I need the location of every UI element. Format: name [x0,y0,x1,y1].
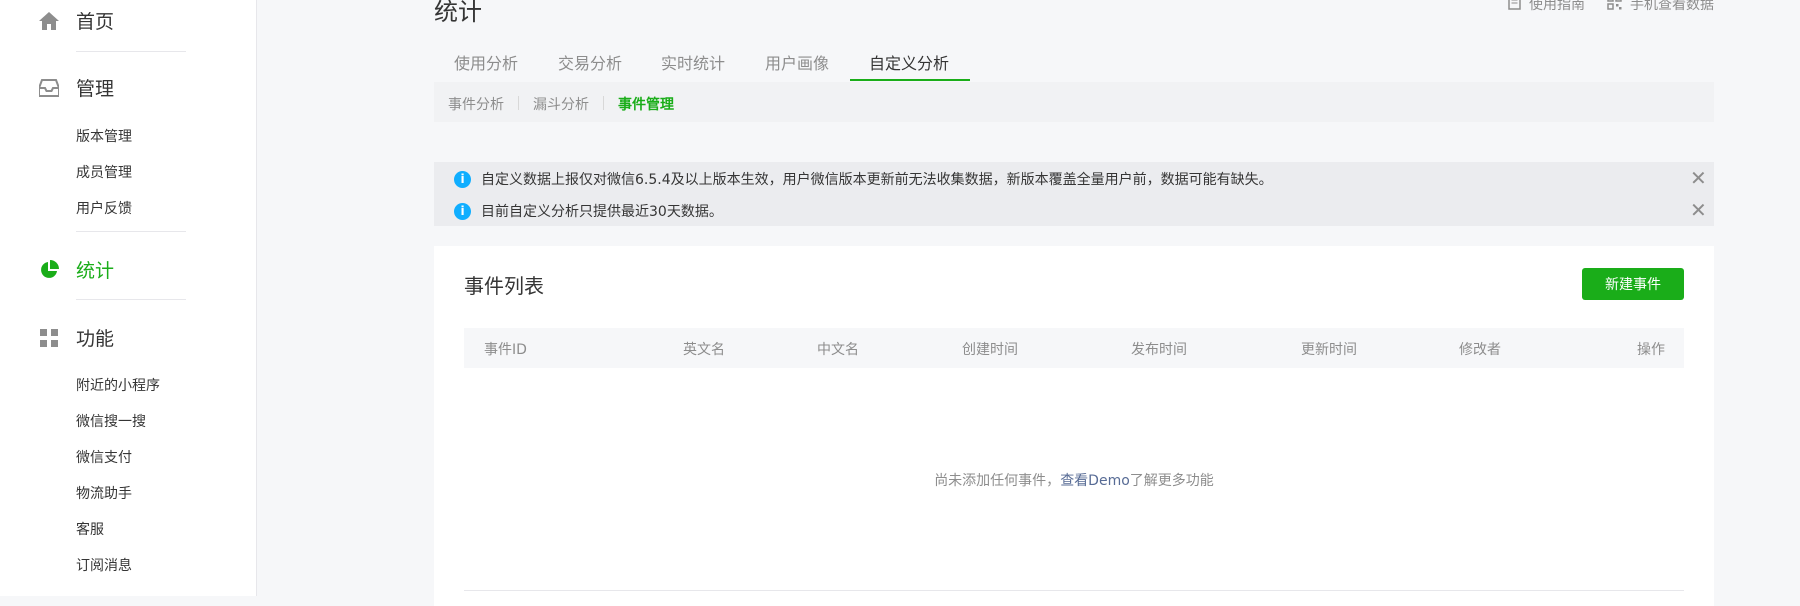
mobile-view-label: 手机查看数据 [1630,0,1714,13]
sidebar-item-user-feedback[interactable]: 用户反馈 [76,198,132,218]
tab-custom-analysis[interactable]: 自定义分析 [869,50,949,74]
home-icon [38,10,60,32]
sidebar-item-version-management[interactable]: 版本管理 [76,126,132,146]
notice-text: 目前自定义分析只提供最近30天数据。 [481,204,723,220]
sidebar-divider [76,51,186,52]
event-list-title: 事件列表 [464,274,544,298]
table-header: 事件ID 英文名 中文名 创建时间 发布时间 更新时间 修改者 操作 [464,328,1684,368]
sidebar-item-stats[interactable]: 统计 [38,256,114,283]
page-title: 统计 [434,0,482,26]
notice-area: i 自定义数据上报仅对微信6.5.4及以上版本生效，用户微信版本更新前无法收集数… [434,162,1714,226]
grid-icon [38,327,60,349]
tab-realtime-stats[interactable]: 实时统计 [661,50,725,74]
tab-transaction-analysis[interactable]: 交易分析 [558,50,622,74]
usage-guide-label: 使用指南 [1529,0,1585,13]
sidebar-item-label: 统计 [76,260,115,282]
column-header-chinese-name: 中文名 [817,342,859,358]
empty-state-suffix: 了解更多功能 [1129,473,1214,489]
column-header-english-name: 英文名 [683,342,725,358]
empty-state: 尚未添加任何事件，查看Demo了解更多功能 [434,470,1714,490]
info-icon: i [454,170,471,188]
info-icon: i [454,202,471,220]
tab-user-portrait[interactable]: 用户画像 [765,50,829,74]
document-icon [1508,0,1521,14]
column-header-actions: 操作 [1637,342,1665,358]
column-header-event-id: 事件ID [484,342,527,358]
main-tabs: 使用分析 交易分析 实时统计 用户画像 自定义分析 [434,50,1714,83]
sub-tabs: 事件分析 漏斗分析 事件管理 [434,82,1714,122]
column-header-modifier: 修改者 [1459,342,1501,358]
pie-chart-icon [38,259,60,281]
sidebar-item-wechat-pay[interactable]: 微信支付 [76,447,132,467]
sidebar-item-customer-service[interactable]: 客服 [76,519,104,539]
view-demo-link[interactable]: 查看Demo [1060,473,1130,489]
notice-text: 自定义数据上报仅对微信6.5.4及以上版本生效，用户微信版本更新前无法收集数据，… [481,172,1273,188]
sidebar-item-nearby-miniprogram[interactable]: 附近的小程序 [76,375,160,395]
close-icon[interactable]: ✕ [1690,168,1707,188]
notice-data-range: i 目前自定义分析只提供最近30天数据。 [454,201,723,221]
close-icon[interactable]: ✕ [1690,200,1707,220]
sidebar-item-logistics[interactable]: 物流助手 [76,483,132,503]
subtab-separator [603,96,604,110]
table-bottom-border [464,590,1684,591]
subtab-funnel-analysis[interactable]: 漏斗分析 [533,94,589,114]
sidebar-item-subscription-messages[interactable]: 订阅消息 [76,555,132,575]
active-tab-indicator [850,79,970,81]
event-list-card: 事件列表 新建事件 事件ID 英文名 中文名 创建时间 发布时间 更新时间 修改… [434,246,1714,606]
sidebar-item-wechat-search[interactable]: 微信搜一搜 [76,411,146,431]
notice-version: i 自定义数据上报仅对微信6.5.4及以上版本生效，用户微信版本更新前无法收集数… [454,169,1273,189]
sidebar-item-features[interactable]: 功能 [38,324,114,351]
column-header-published-time: 发布时间 [1131,342,1187,358]
mobile-view-link[interactable]: 手机查看数据 [1607,0,1714,14]
sidebar-item-management[interactable]: 管理 [38,74,114,101]
subtab-event-analysis[interactable]: 事件分析 [448,94,504,114]
column-header-created-time: 创建时间 [962,342,1018,358]
sidebar-item-home[interactable]: 首页 [38,7,114,34]
sidebar-item-label: 首页 [76,11,115,33]
usage-guide-link[interactable]: 使用指南 [1508,0,1585,14]
subtab-separator [518,96,519,110]
new-event-button[interactable]: 新建事件 [1582,268,1684,300]
empty-state-prefix: 尚未添加任何事件， [934,473,1061,489]
column-header-updated-time: 更新时间 [1301,342,1357,358]
sidebar-item-label: 管理 [76,78,115,100]
sidebar-divider [76,231,186,232]
qr-code-icon [1607,0,1622,14]
tab-usage-analysis[interactable]: 使用分析 [454,50,518,74]
subtab-event-management[interactable]: 事件管理 [618,94,674,114]
header-links: 使用指南 手机查看数据 [1508,0,1714,14]
inbox-icon [38,77,60,99]
sidebar-item-member-management[interactable]: 成员管理 [76,162,132,182]
sidebar: 首页 管理 版本管理 成员管理 用户反馈 统计 功能 附近的小程序 微信搜一搜 … [0,0,257,596]
sidebar-divider [76,299,186,300]
sidebar-item-label: 功能 [76,328,115,350]
